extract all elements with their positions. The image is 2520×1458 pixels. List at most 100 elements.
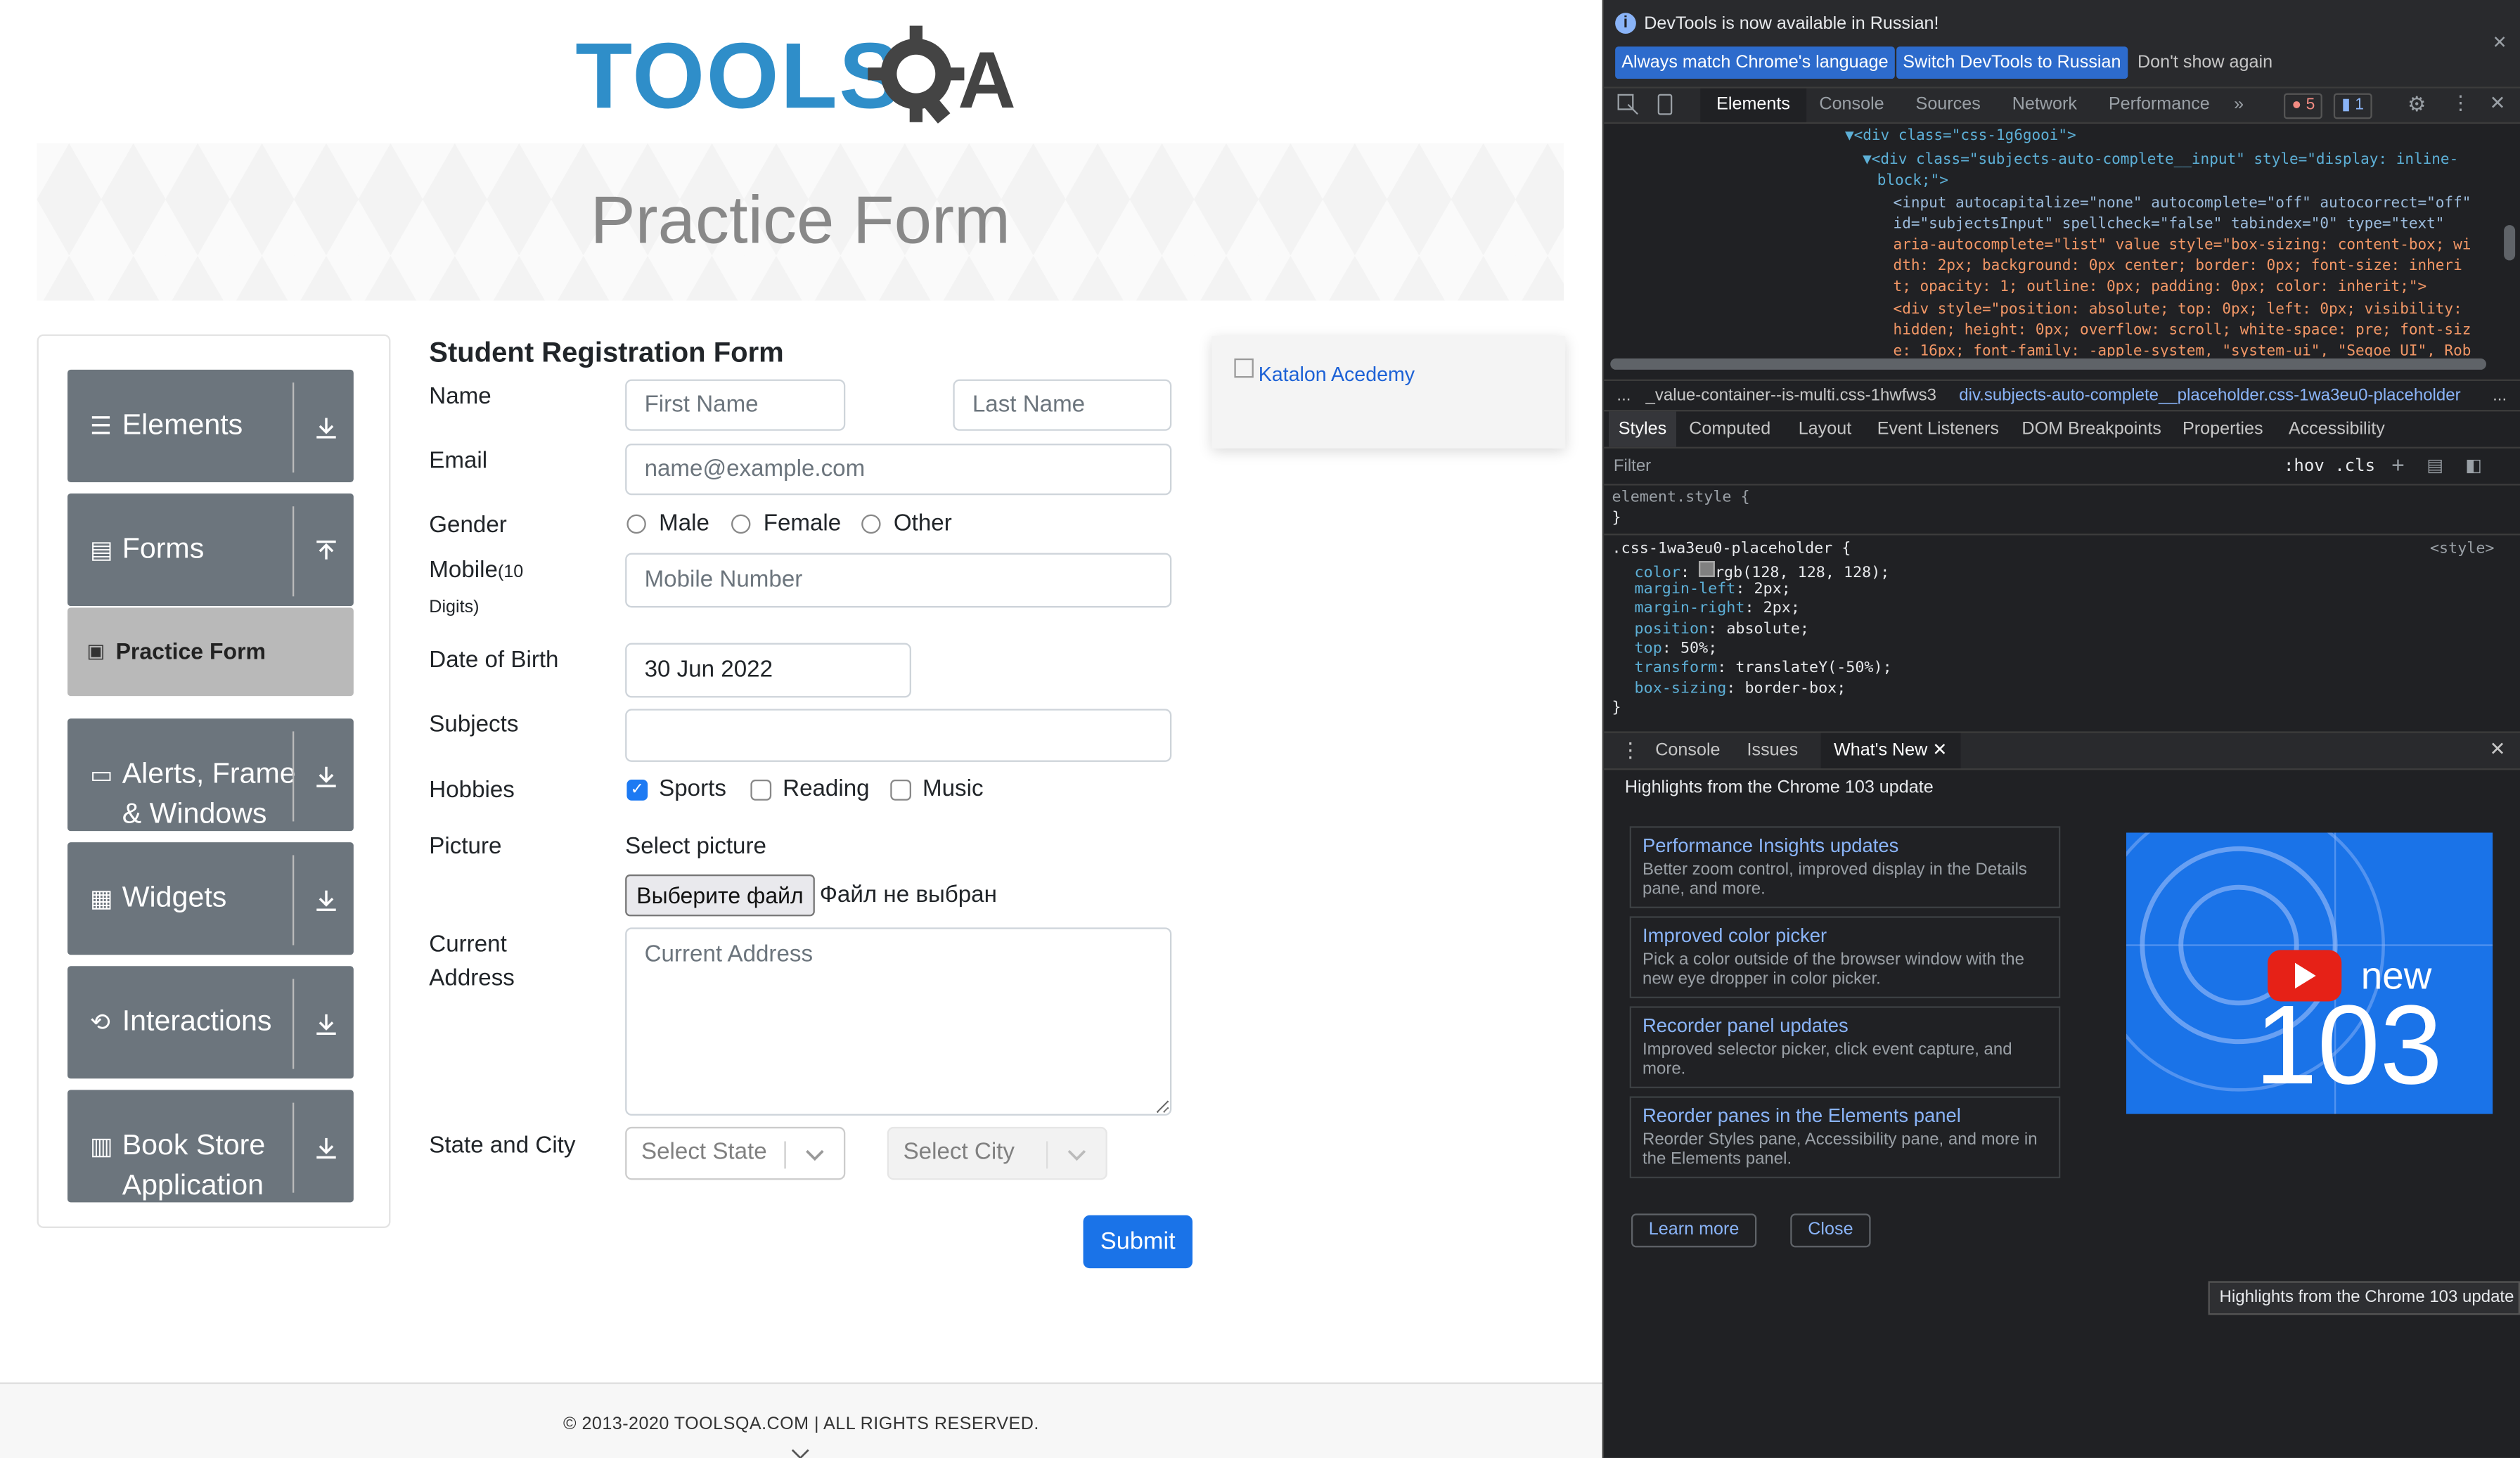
gender-female-radio[interactable]	[731, 514, 751, 534]
sidebar-group-alerts[interactable]: ▭ Alerts, Frame & Windows	[67, 718, 354, 832]
feature-title[interactable]: Performance Insights updates	[1642, 834, 1898, 857]
gender-other-radio[interactable]	[861, 514, 881, 534]
css-source-link[interactable]: <style>	[2430, 540, 2495, 560]
close-button[interactable]: Close	[1790, 1213, 1871, 1248]
feature-title[interactable]: Reorder panes in the Elements panel	[1642, 1104, 1961, 1127]
gear-icon[interactable]: ⚙	[2408, 91, 2426, 117]
tab-event-listeners[interactable]: Event Listeners	[1877, 420, 1999, 439]
sidebar-group-elements[interactable]: ☰ Elements	[67, 369, 354, 482]
paint-icon[interactable]: ▤	[2426, 455, 2443, 475]
tab-elements[interactable]: Elements	[1700, 88, 1806, 122]
choose-file-button[interactable]: Выберите файл	[625, 874, 815, 917]
tab-console[interactable]: Console	[1819, 95, 1884, 114]
kebab-menu-icon[interactable]: ⋮	[2451, 91, 2470, 114]
css-prop[interactable]: margin-left: 2px;	[1635, 580, 1791, 600]
chevron-down-icon[interactable]	[791, 1448, 810, 1458]
hov-cls-toggle[interactable]: :hov .cls	[2284, 456, 2375, 475]
dom-line[interactable]: ▼<div class="css-1g6gooi">	[1845, 127, 2076, 145]
inspect-element-icon[interactable]	[1616, 93, 1639, 116]
tab-dom-breakpoints[interactable]: DOM Breakpoints	[2021, 420, 2161, 439]
submit-button[interactable]: Submit	[1083, 1215, 1192, 1269]
hobby-sports-label[interactable]: Sports	[659, 776, 726, 802]
dom-line[interactable]: dth: 2px; background: 0px center; border…	[1894, 257, 2462, 275]
css-prop[interactable]: transform: translateY(-50%);	[1635, 659, 1892, 679]
email-input[interactable]	[625, 444, 1172, 496]
current-address-textarea[interactable]	[625, 927, 1172, 1116]
breadcrumb-item[interactable]: _value-container--is-multi.css-1hwfws3	[1646, 386, 1936, 405]
gender-other-label[interactable]: Other	[894, 511, 952, 537]
css-prop[interactable]: margin-right: 2px;	[1635, 600, 1800, 619]
hobby-reading-label[interactable]: Reading	[783, 776, 869, 802]
tab-performance[interactable]: Performance	[2109, 95, 2210, 114]
gender-male-radio[interactable]	[626, 514, 646, 534]
dom-line[interactable]: aria-autocomplete="list" value style="bo…	[1894, 236, 2471, 254]
message-badge[interactable]: ▮ 1	[2333, 93, 2372, 120]
hobby-music-label[interactable]: Music	[922, 776, 984, 802]
dom-line[interactable]: ▼<div class="subjects-auto-complete__inp…	[1863, 151, 2458, 169]
gender-female-label[interactable]: Female	[764, 511, 842, 537]
sidebar-toggle-icon[interactable]: ◧	[2465, 455, 2482, 475]
ad-banner[interactable]: Katalon Acedemy	[1211, 335, 1566, 449]
sidebar-group-widgets[interactable]: ▦ Widgets	[67, 842, 354, 955]
css-prop[interactable]: top: 50%;	[1635, 640, 1718, 659]
dom-line[interactable]: t; opacity: 1; outline: 0px; padding: 0p…	[1894, 278, 2427, 296]
sidebar-group-forms[interactable]: ▤ Forms	[67, 493, 354, 607]
horizontal-scrollbar[interactable]	[1610, 358, 2486, 370]
ad-link[interactable]: Katalon Acedemy	[1259, 363, 1415, 386]
tab-layout[interactable]: Layout	[1799, 420, 1851, 439]
dom-line[interactable]: <input autocapitalize="none" autocomplet…	[1894, 195, 2471, 212]
tab-console-drawer[interactable]: Console	[1655, 741, 1720, 760]
dom-line[interactable]: block;">	[1877, 172, 1948, 190]
dob-input[interactable]: 30 Jun 2022	[625, 643, 911, 698]
tab-network[interactable]: Network	[2012, 95, 2077, 114]
sidebar-group-interactions[interactable]: ⟲ Interactions	[67, 966, 354, 1079]
mobile-input[interactable]	[625, 553, 1172, 608]
feature-title[interactable]: Improved color picker	[1642, 924, 1827, 947]
dom-line[interactable]: <div style="position: absolute; top: 0px…	[1894, 301, 2462, 318]
gender-male-label[interactable]: Male	[659, 511, 709, 537]
tab-issues[interactable]: Issues	[1747, 741, 1799, 760]
state-select[interactable]: Select State	[625, 1126, 846, 1180]
error-badge[interactable]: ● 5	[2283, 93, 2323, 120]
feature-card[interactable]: Recorder panel updates Improved selector…	[1629, 1006, 2061, 1089]
css-prop[interactable]: box-sizing: border-box;	[1635, 680, 1846, 699]
dom-line[interactable]: id="subjectsInput" spellcheck="false" ta…	[1894, 215, 2445, 233]
css-element-style[interactable]: element.style {	[1612, 489, 1750, 508]
last-name-input[interactable]	[953, 379, 1172, 431]
hobby-reading-checkbox[interactable]	[750, 780, 772, 801]
more-tabs-icon[interactable]: »	[2234, 95, 2244, 114]
tab-accessibility[interactable]: Accessibility	[2289, 420, 2385, 439]
dont-show-button[interactable]: Don't show again	[2131, 46, 2279, 79]
dom-line[interactable]: hidden; height: 0px; overflow: scroll; w…	[1894, 321, 2471, 339]
close-icon[interactable]: ✕	[2490, 91, 2506, 114]
city-select[interactable]: Select City	[887, 1126, 1107, 1180]
first-name-input[interactable]	[625, 379, 846, 431]
switch-russian-button[interactable]: Switch DevTools to Russian	[1896, 46, 2128, 79]
match-language-button[interactable]: Always match Chrome's language	[1615, 46, 1895, 79]
tab-sources[interactable]: Sources	[1916, 95, 1981, 114]
feature-card[interactable]: Reorder panes in the Elements panel Reor…	[1629, 1096, 2061, 1179]
toolsqa-logo[interactable]: TOOLS A	[575, 22, 1031, 131]
breadcrumb-item-active[interactable]: div.subjects-auto-complete__placeholder.…	[1959, 386, 2460, 405]
device-toolbar-icon[interactable]	[1654, 93, 1676, 116]
tab-whats-new[interactable]: What's New ✕	[1820, 733, 1960, 768]
sidebar-item-practice-form[interactable]: ▣ Practice Form	[67, 607, 354, 697]
css-selector[interactable]: .css-1wa3eu0-placeholder {	[1612, 540, 1851, 560]
close-drawer-icon[interactable]: ✕	[2490, 738, 2506, 761]
learn-more-button[interactable]: Learn more	[1631, 1213, 1757, 1248]
feature-card[interactable]: Performance Insights updates Better zoom…	[1629, 826, 2061, 908]
dom-tree[interactable]: ▼<div class="css-1g6gooi"> ▼<div class="…	[1604, 124, 2520, 357]
subjects-input[interactable]	[625, 709, 1172, 762]
tab-computed[interactable]: Computed	[1689, 420, 1770, 439]
filter-input[interactable]: Filter	[1614, 456, 1651, 475]
hobby-sports-checkbox[interactable]: ✓	[626, 780, 648, 801]
sidebar-group-bookstore[interactable]: ▥ Book Store Application	[67, 1090, 354, 1203]
feature-card[interactable]: Improved color picker Pick a color outsi…	[1629, 916, 2061, 998]
drawer-menu-icon[interactable]: ⋮	[1620, 738, 1641, 764]
tab-styles[interactable]: Styles	[1608, 411, 1676, 447]
tab-properties[interactable]: Properties	[2182, 420, 2263, 439]
close-icon[interactable]: ✕	[2493, 32, 2507, 53]
breadcrumb-item[interactable]: ...	[2493, 386, 2507, 405]
chrome-103-video-thumbnail[interactable]: new 103	[2126, 832, 2493, 1114]
dom-line[interactable]: e: 16px; font-family: -apple-system, "sy…	[1894, 342, 2471, 357]
